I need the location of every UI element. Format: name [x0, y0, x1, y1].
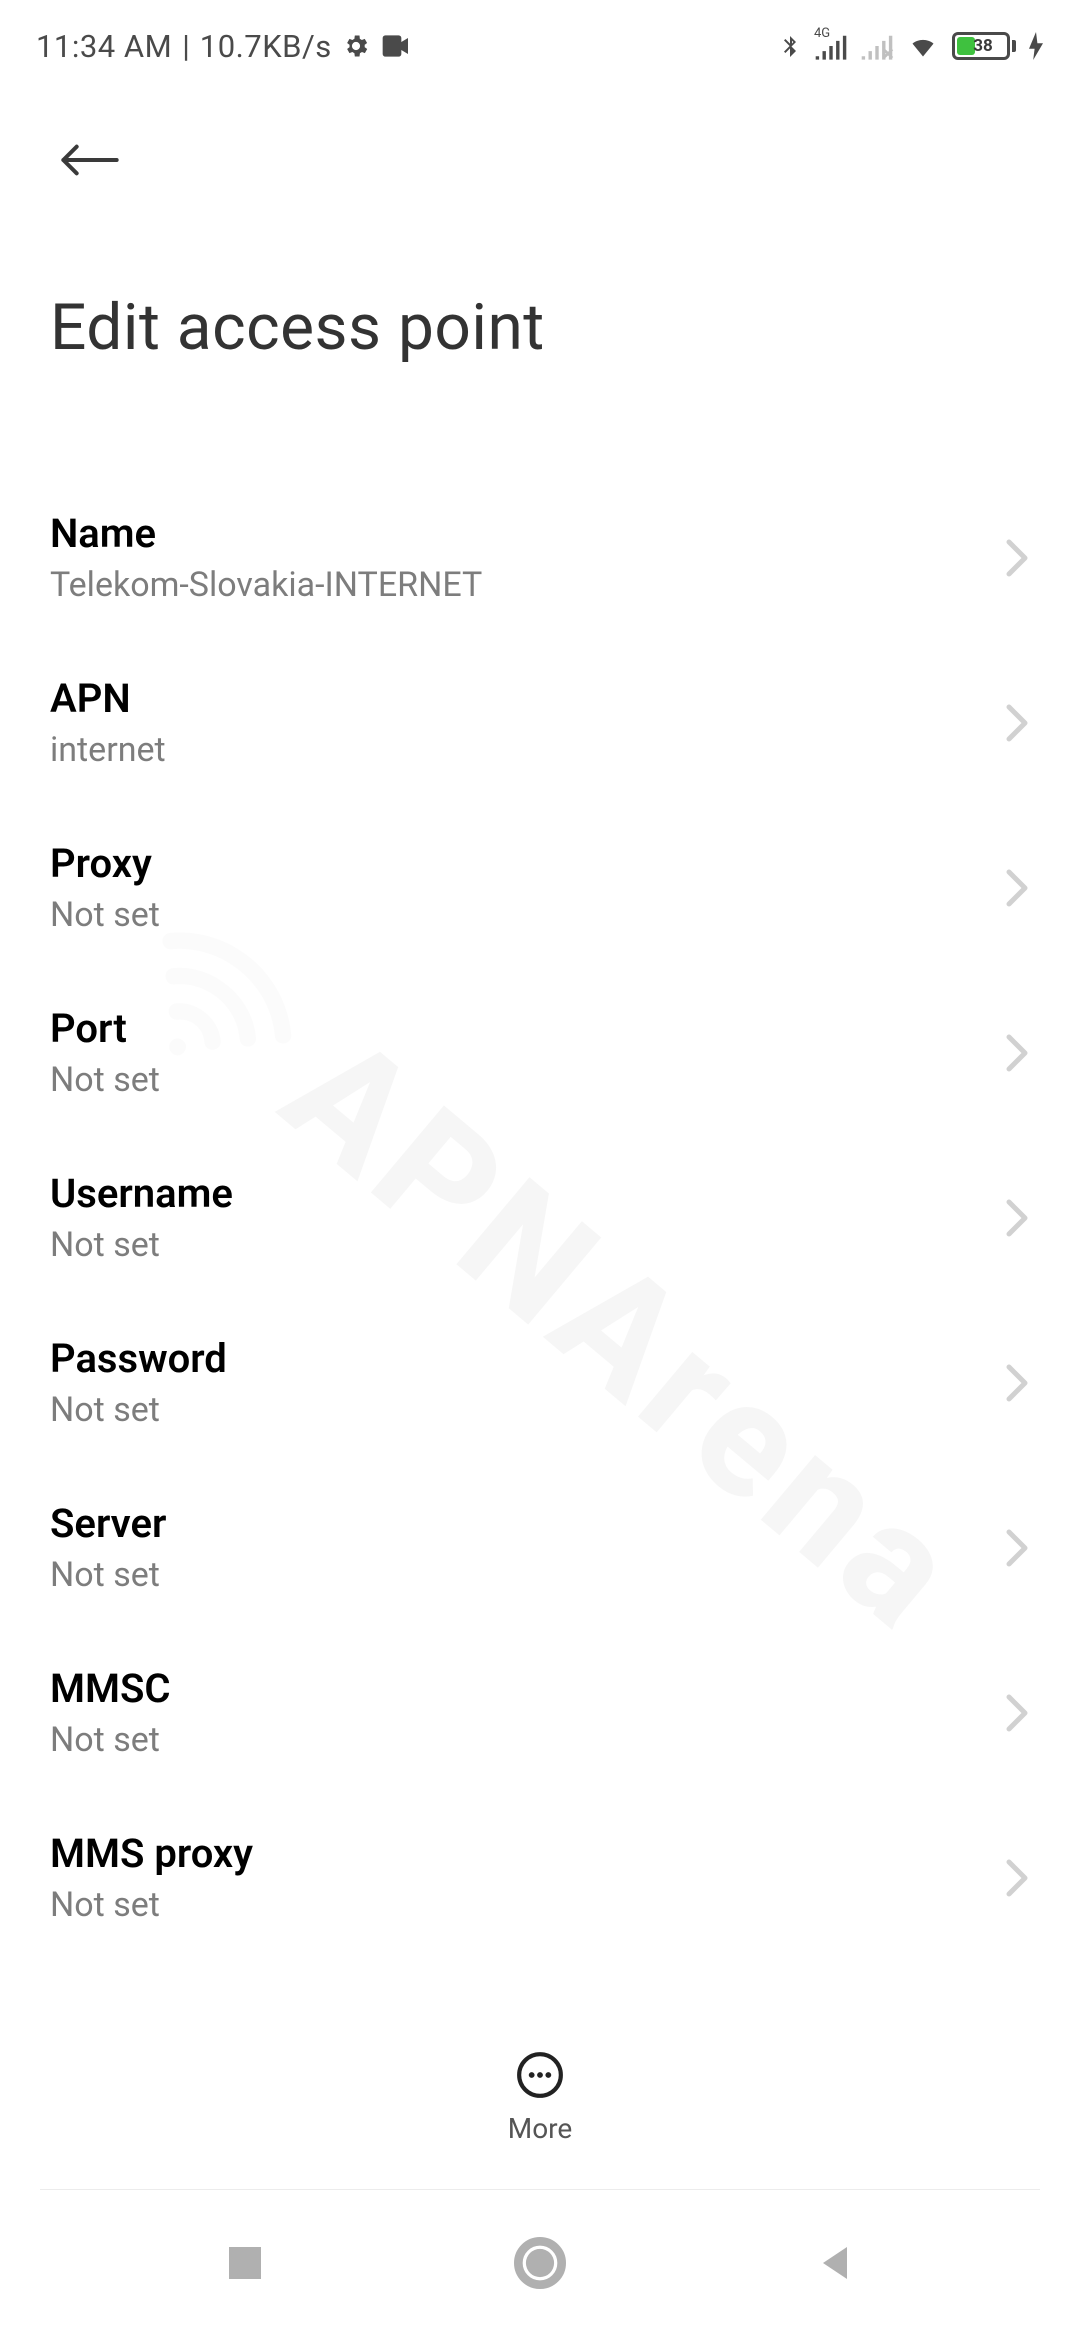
- setting-value: Telekom-Slovakia-INTERNET: [50, 565, 482, 605]
- setting-value: Not set: [50, 895, 160, 935]
- setting-value: Not set: [50, 1885, 253, 1925]
- chevron-right-icon: [1004, 538, 1030, 578]
- setting-value: internet: [50, 730, 166, 770]
- chevron-right-icon: [1004, 1693, 1030, 1733]
- arrow-left-icon: [58, 136, 122, 184]
- nav-home-button[interactable]: [514, 2237, 566, 2293]
- setting-label: Password: [50, 1335, 227, 1382]
- status-time: 11:34 AM: [36, 28, 172, 65]
- setting-label: Username: [50, 1170, 233, 1217]
- back-button[interactable]: [50, 120, 130, 200]
- setting-value: Not set: [50, 1555, 166, 1595]
- more-button[interactable]: More: [0, 2022, 1080, 2172]
- setting-label: APN: [50, 675, 166, 722]
- setting-item-mms-proxy[interactable]: MMS proxy Not set: [50, 1795, 1030, 1960]
- setting-value: Not set: [50, 1225, 233, 1265]
- battery-icon: 38: [952, 32, 1016, 60]
- bluetooth-icon: [778, 31, 802, 61]
- no-signal-icon: [860, 32, 894, 60]
- nav-recents-button[interactable]: [225, 2243, 265, 2287]
- battery-percent: 38: [957, 36, 1009, 56]
- chevron-right-icon: [1004, 1033, 1030, 1073]
- page-title: Edit access point: [50, 200, 1030, 365]
- charging-icon: [1028, 32, 1044, 60]
- chevron-right-icon: [1004, 868, 1030, 908]
- chevron-right-icon: [1004, 1198, 1030, 1238]
- square-icon: [225, 2243, 265, 2283]
- chevron-right-icon: [1004, 703, 1030, 743]
- status-divider: |: [182, 28, 190, 65]
- 4g-signal-icon: 4G: [814, 32, 848, 60]
- chevron-right-icon: [1004, 1858, 1030, 1898]
- setting-item-name[interactable]: Name Telekom-Slovakia-INTERNET: [50, 475, 1030, 640]
- setting-value: Not set: [50, 1390, 227, 1430]
- setting-value: Not set: [50, 1060, 160, 1100]
- setting-value: Not set: [50, 1720, 171, 1760]
- triangle-left-icon: [815, 2243, 855, 2283]
- more-horizontal-icon: [515, 2050, 565, 2100]
- status-bar: 11:34 AM | 10.7KB/s 4G 38: [0, 0, 1080, 80]
- circle-icon: [514, 2237, 566, 2289]
- gear-icon: [342, 32, 370, 60]
- setting-label: MMSC: [50, 1665, 171, 1712]
- more-label: More: [508, 2112, 573, 2145]
- setting-label: MMS proxy: [50, 1830, 253, 1877]
- setting-label: Name: [50, 510, 482, 557]
- system-nav-bar: [0, 2190, 1080, 2340]
- camera-icon: [380, 34, 412, 58]
- setting-label: Server: [50, 1500, 166, 1547]
- chevron-right-icon: [1004, 1363, 1030, 1403]
- nav-back-button[interactable]: [815, 2243, 855, 2287]
- wifi-icon: [906, 32, 940, 60]
- setting-label: Proxy: [50, 840, 160, 887]
- status-data-rate: 10.7KB/s: [200, 28, 332, 65]
- setting-item-apn[interactable]: APN internet: [50, 640, 1030, 805]
- chevron-right-icon: [1004, 1528, 1030, 1568]
